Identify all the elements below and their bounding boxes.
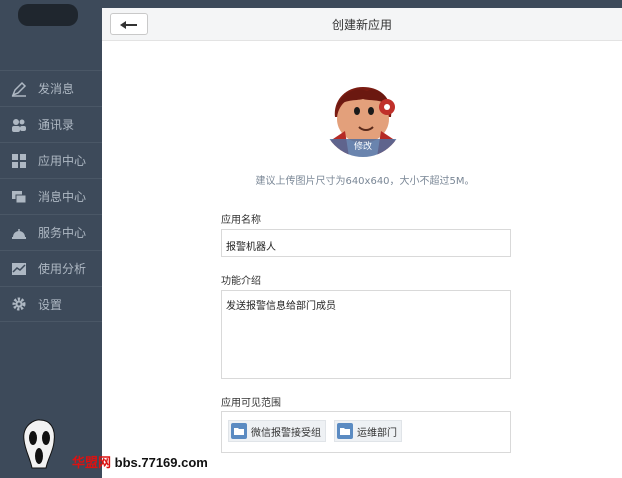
sidebar-item-analytics[interactable]: 使用分析 <box>0 250 102 286</box>
intro-label: 功能介绍 <box>221 276 261 287</box>
service-bell-icon <box>10 224 28 242</box>
sidebar-item-label: 通讯录 <box>38 118 75 132</box>
sidebar-item-label: 服务中心 <box>38 226 87 240</box>
sidebar-item-label: 应用中心 <box>38 154 87 168</box>
scope-tag[interactable]: 微信报警接受组 <box>228 420 326 442</box>
sidebar-item-service-center[interactable]: 服务中心 <box>0 214 102 250</box>
folder-icon <box>337 423 353 439</box>
scope-label: 应用可见范围 <box>221 398 281 409</box>
apps-icon <box>10 152 28 170</box>
sidebar-item-contacts[interactable]: 通讯录 <box>0 106 102 142</box>
scope-field[interactable]: 微信报警接受组 运维部门 <box>221 411 511 453</box>
folder-icon <box>231 423 247 439</box>
sidebar-item-settings[interactable]: 设置 <box>0 286 102 322</box>
scope-tag-label: 运维部门 <box>357 427 397 439</box>
logo-area <box>0 0 102 70</box>
page-header: 创建新应用 <box>102 8 622 41</box>
sidebar-item-label: 发消息 <box>38 82 75 96</box>
watermark: 华盟网 bbs.77169.com <box>72 452 208 471</box>
sidebar-item-label: 设置 <box>38 297 63 312</box>
sidebar: 发消息 通讯录 应用中心 消息中心 服务中心 使用分析 设置 <box>0 0 102 478</box>
app-name-input[interactable]: 报警机器人 <box>221 229 511 257</box>
watermark-cn: 华盟网 <box>72 455 112 470</box>
upload-hint: 建议上传图片尺寸为640x640，大小不超过5M。 <box>255 176 475 187</box>
page-title: 创建新应用 <box>331 18 392 32</box>
messages-icon <box>10 188 28 206</box>
sidebar-item-message-center[interactable]: 消息中心 <box>0 178 102 214</box>
sidebar-nav: 发消息 通讯录 应用中心 消息中心 服务中心 使用分析 设置 <box>0 70 102 322</box>
sidebar-item-send-message[interactable]: 发消息 <box>0 70 102 106</box>
sidebar-item-app-center[interactable]: 应用中心 <box>0 142 102 178</box>
analytics-icon <box>10 260 28 278</box>
logo <box>18 4 78 26</box>
scope-tag-label: 微信报警接受组 <box>251 427 321 439</box>
app-name-value: 报警机器人 <box>226 242 276 253</box>
scope-tag[interactable]: 运维部门 <box>334 420 402 442</box>
top-bar <box>102 0 622 8</box>
app-avatar[interactable]: 修改 <box>323 77 403 157</box>
scream-mask-logo <box>20 418 58 470</box>
avatar-edit-button[interactable]: 修改 <box>323 139 403 157</box>
intro-value: 发送报警信息给部门成员 <box>226 301 336 312</box>
sidebar-item-label: 消息中心 <box>38 190 87 204</box>
gear-icon <box>10 295 28 313</box>
contacts-icon <box>10 116 28 134</box>
pencil-icon <box>10 80 28 98</box>
watermark-url: bbs.77169.com <box>114 455 208 470</box>
app-name-label: 应用名称 <box>221 215 261 226</box>
sidebar-item-label: 使用分析 <box>38 262 87 276</box>
intro-textarea[interactable]: 发送报警信息给部门成员 <box>221 290 511 379</box>
